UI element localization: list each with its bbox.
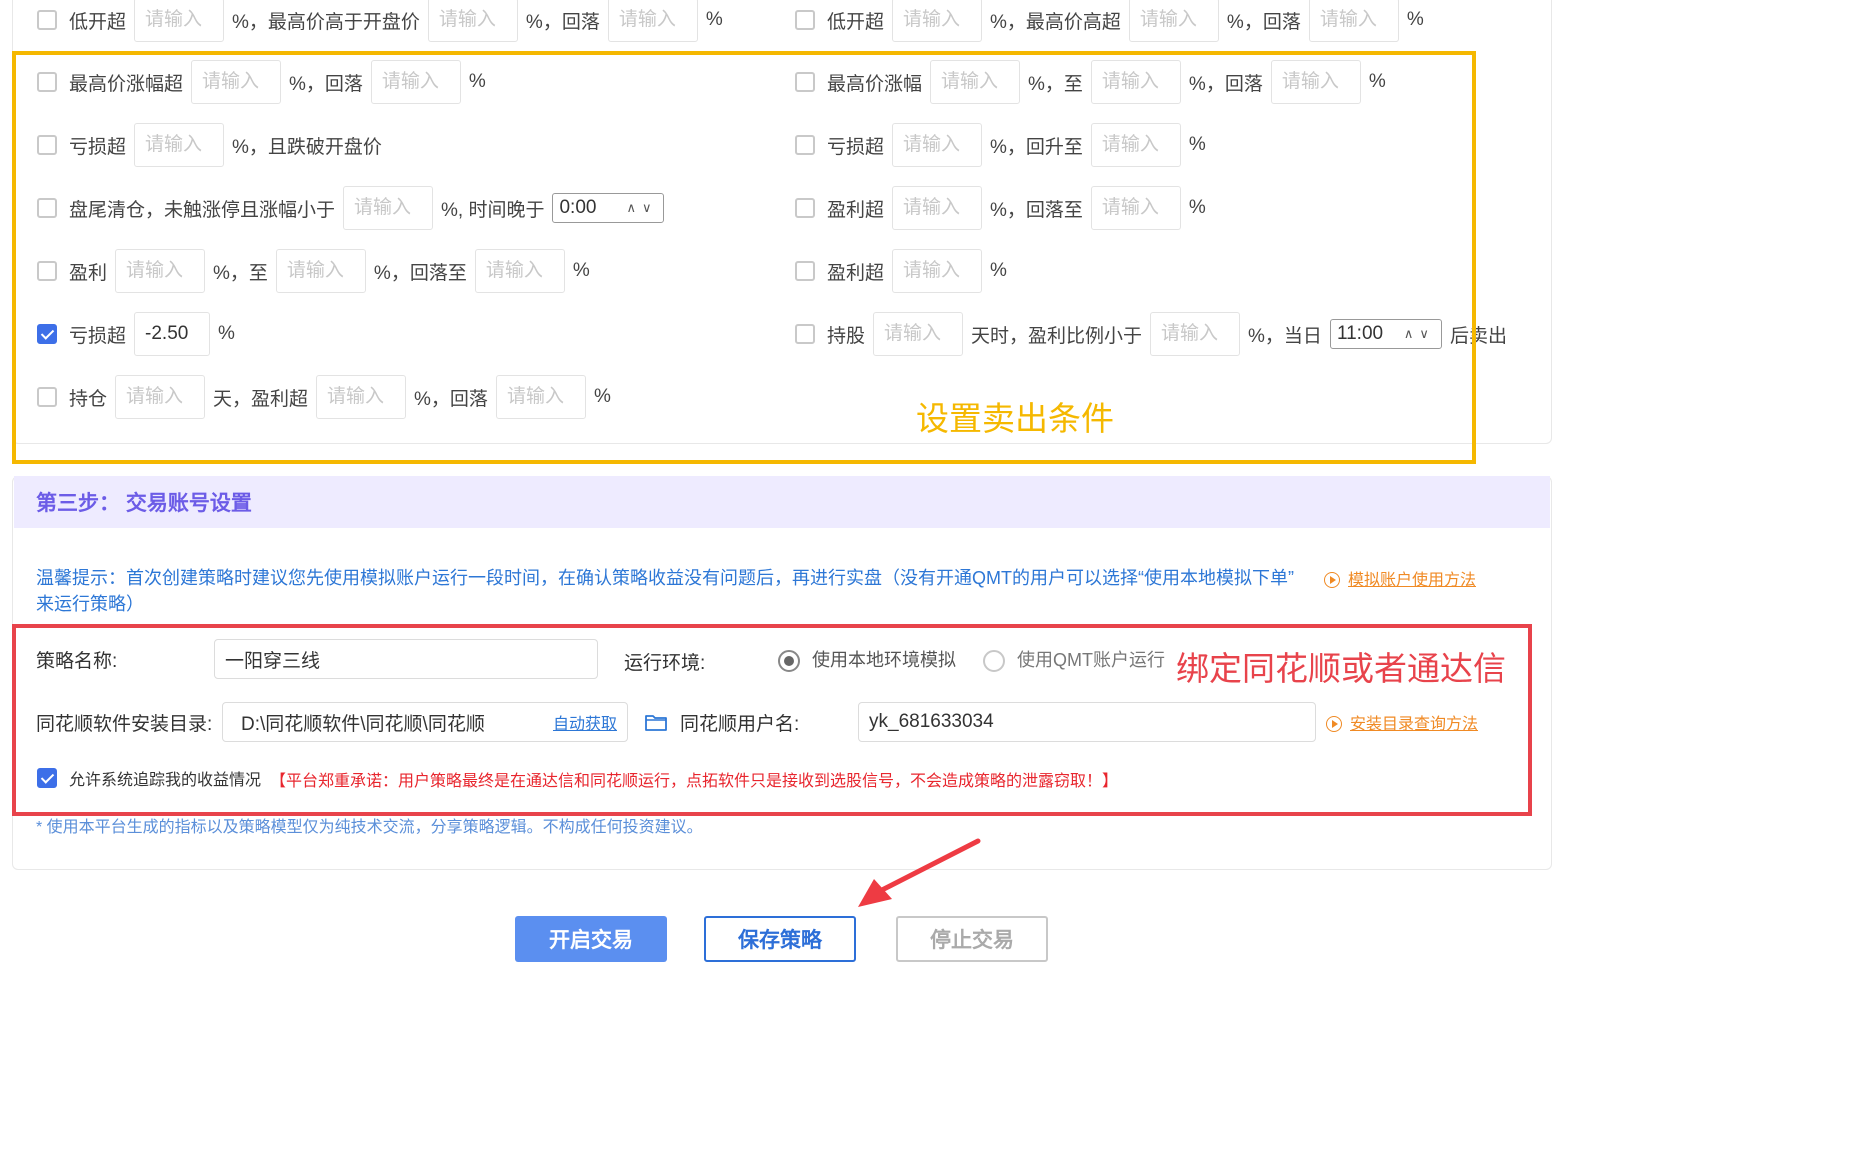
condition-text: %，最高价高于开盘价 <box>232 11 420 33</box>
condition-input[interactable] <box>892 0 983 42</box>
play-circle-icon <box>1324 571 1340 588</box>
sim-account-help-label: 模拟账户使用方法 <box>1348 572 1477 589</box>
condition-text: %，回落 <box>525 11 600 33</box>
condition-text: % <box>1406 9 1424 30</box>
condition-input[interactable] <box>134 0 225 42</box>
warm-tip-line2: 来运行策略） <box>36 594 144 614</box>
warm-tip: 温馨提示：首次创建策略时建议您先使用模拟账户运行一段时间，在确认策略收益没有问题… <box>36 565 1306 617</box>
condition-text: %，回落 <box>1226 11 1301 33</box>
condition-text: %，最高价高超 <box>990 11 1121 33</box>
condition-row-left-1: 低开超 %，最高价高于开盘价 %，回落% <box>37 0 723 42</box>
warm-tip-line1: 温馨提示：首次创建策略时建议您先使用模拟账户运行一段时间，在确认策略收益没有问题… <box>36 568 1294 588</box>
condition-input[interactable] <box>427 0 518 42</box>
condition-checkbox[interactable] <box>795 10 815 30</box>
stop-trading-button[interactable]: 停止交易 <box>896 916 1048 962</box>
condition-input[interactable] <box>1308 0 1399 42</box>
step3-header: 第三步： 交易账号设置 <box>14 476 1550 528</box>
sim-account-help-link[interactable]: 模拟账户使用方法 <box>1324 566 1476 591</box>
save-strategy-button[interactable]: 保存策略 <box>704 916 856 962</box>
start-trading-button[interactable]: 开启交易 <box>515 916 667 962</box>
condition-label: 低开超 <box>69 11 127 33</box>
pointer-arrow <box>858 838 981 907</box>
condition-text: % <box>705 9 723 30</box>
sell-conditions-annotation: 设置卖出条件 <box>916 400 1114 437</box>
condition-input[interactable] <box>1128 0 1219 42</box>
disclaimer: * 使用本平台生成的指标以及策略模型仅为纯技术交流，分享策略逻辑。不构成任何投资… <box>36 819 703 836</box>
condition-input[interactable] <box>607 0 698 42</box>
condition-label: 低开超 <box>827 11 885 33</box>
condition-row-right-1: 低开超 %，最高价高超 %，回落% <box>795 0 1424 42</box>
condition-checkbox[interactable] <box>37 10 57 30</box>
sell-conditions-highlight <box>12 51 1476 464</box>
account-binding-highlight <box>12 624 1532 816</box>
